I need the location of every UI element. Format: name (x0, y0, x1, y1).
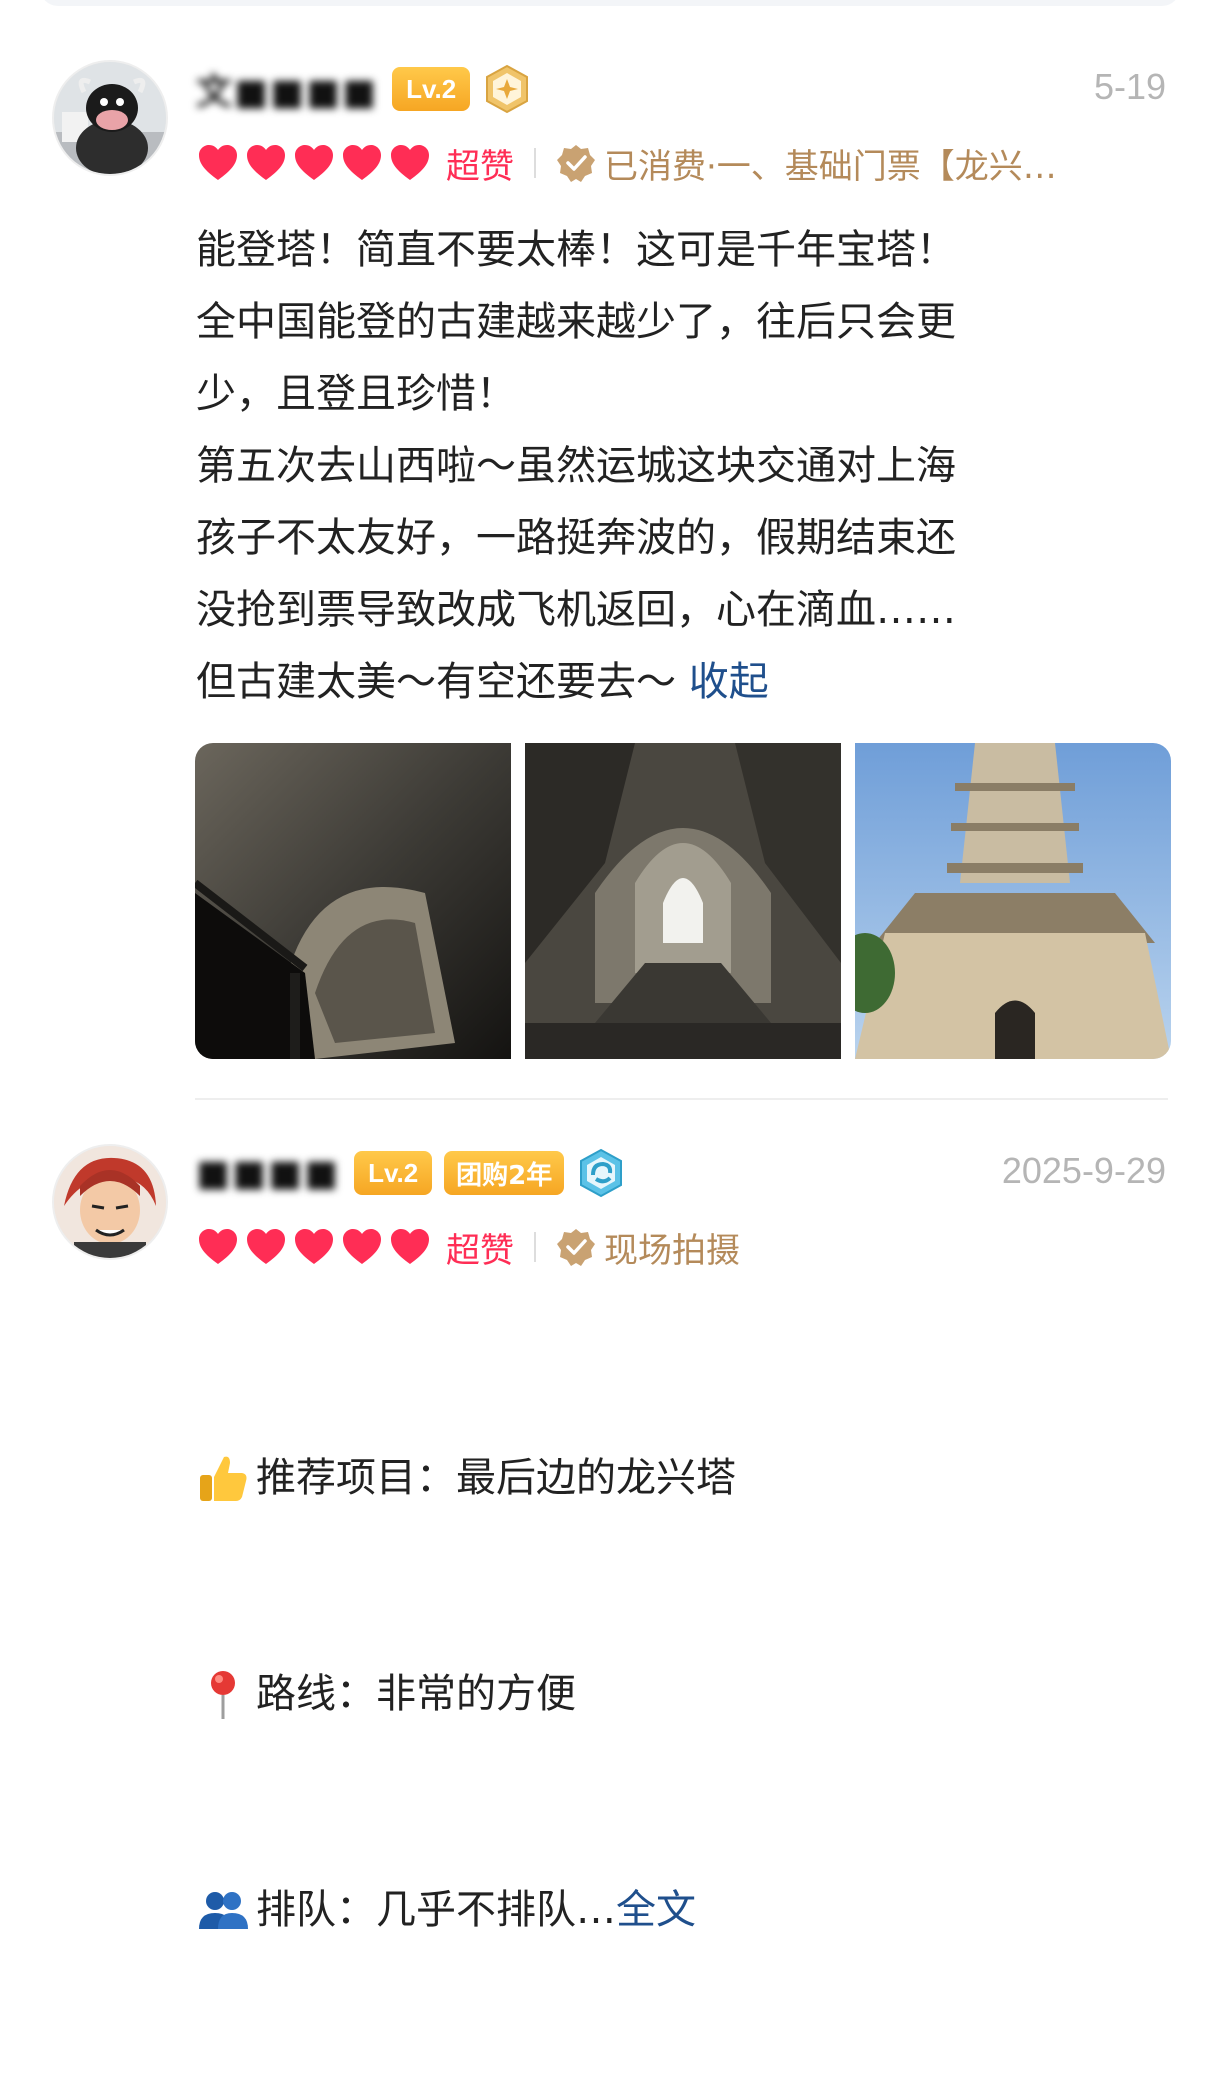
rating-row: 超赞 已消费·一、基础门票【龙兴… (196, 138, 1057, 188)
queue-text: 排队：几乎不排队… (256, 1887, 616, 1933)
heart-icon (247, 145, 285, 180)
heart-icon (199, 145, 237, 180)
verified-icon (557, 145, 595, 182)
group-buy-badge: 团购2年 (444, 1151, 565, 1195)
review-date: 5-19 (1093, 66, 1166, 107)
full-text-link[interactable]: 全文 (616, 1874, 696, 1946)
user-name[interactable]: 文■■■■ (196, 63, 378, 115)
route-text: 路线：非常的方便 (256, 1671, 576, 1717)
photo-grid (195, 743, 1171, 1059)
heart-icon (391, 145, 429, 180)
review-date: 2025-9-29 (1001, 1150, 1166, 1191)
level-badge: Lv.2 (354, 1151, 433, 1195)
collapse-link[interactable]: 收起 (689, 659, 769, 705)
queue-line: 排队：几乎不排队… 全文 (196, 1874, 1136, 1946)
rating-row: 超赞 现场拍摄 (196, 1222, 740, 1272)
review-body: 能登塔！简直不要太棒！这可是千年宝塔！ 全中国能登的古建越来越少了，往后只会更 … (196, 214, 1136, 718)
divider (534, 148, 536, 178)
pin-icon (211, 1671, 235, 1719)
heart-icon (199, 1229, 237, 1264)
heart-icon (247, 1229, 285, 1264)
thumbs-up-icon (200, 1456, 247, 1501)
verified-tag[interactable]: 现场拍摄 (556, 1223, 740, 1272)
people-icon (199, 1892, 248, 1929)
heart-icon (295, 1229, 333, 1264)
recommend-text: 推荐项目：最后边的龙兴塔 (256, 1455, 736, 1501)
recommend-line: 推荐项目：最后边的龙兴塔 (196, 1442, 1136, 1514)
heart-icon (391, 1229, 429, 1264)
user-header: 文■■■■ Lv.2 (196, 64, 532, 114)
verified-label: 已消费·一、基础门票【龙兴… (604, 146, 1057, 187)
route-line: 路线：非常的方便 (196, 1658, 1136, 1730)
verified-label: 现场拍摄 (604, 1230, 740, 1271)
rating-label: 超赞 (446, 1230, 514, 1271)
heart-icon (343, 145, 381, 180)
divider (534, 1232, 536, 1262)
review-photo-1[interactable] (195, 743, 511, 1059)
review-text: 能登塔！简直不要太棒！这可是千年宝塔！ 全中国能登的古建越来越少了，往后只会更 … (196, 227, 956, 705)
previous-card-edge (40, 0, 1180, 6)
user-name[interactable]: ■■■■ (196, 1153, 340, 1194)
review-photo-2[interactable] (525, 743, 841, 1059)
verified-tag[interactable]: 已消费·一、基础门票【龙兴… (556, 139, 1057, 188)
avatar[interactable] (52, 60, 168, 176)
medal-icon (486, 64, 529, 114)
medal-icon (580, 1148, 623, 1198)
verified-icon (557, 1229, 595, 1266)
heart-icon (343, 1229, 381, 1264)
heart-icon (295, 145, 333, 180)
review-photo-3[interactable] (855, 743, 1171, 1059)
level-badge: Lv.2 (392, 67, 471, 111)
user-header: ■■■■ Lv.2 团购2年 (196, 1148, 626, 1198)
heart-rating (196, 1225, 432, 1269)
avatar[interactable] (52, 1144, 168, 1260)
rating-label: 超赞 (446, 146, 514, 187)
heart-rating (196, 141, 432, 185)
review-body: 推荐项目：最后边的龙兴塔 路线：非常的方便 排队：几乎不排队… 全文 (196, 1298, 1136, 2090)
review-separator (195, 1098, 1168, 1100)
